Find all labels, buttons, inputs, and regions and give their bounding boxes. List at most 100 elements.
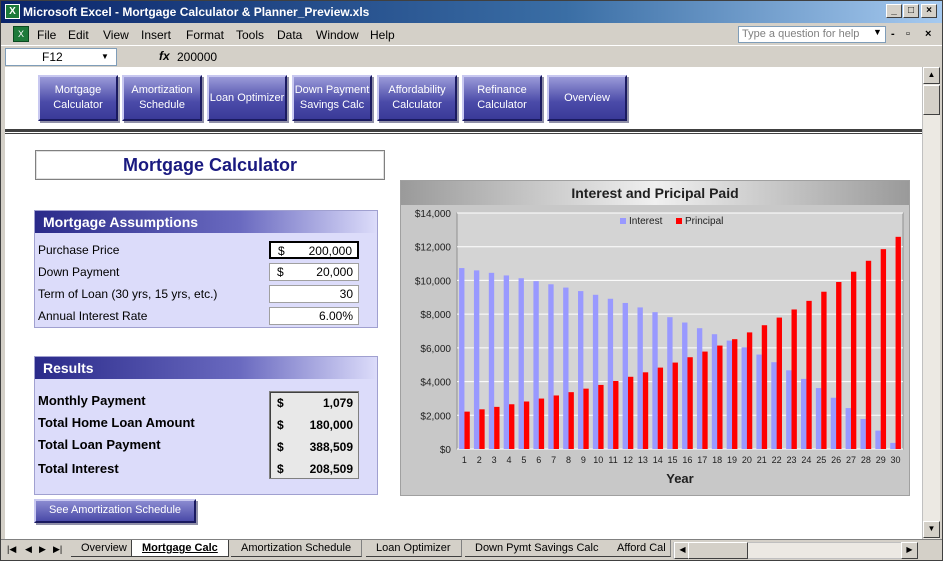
doc-minimize-button[interactable]: - [891,28,895,40]
tab-afford-calc[interactable]: Afford Cal [607,540,671,557]
menu-help[interactable]: Help [370,28,395,42]
loan-term-input[interactable]: 30 [269,285,359,303]
x-tick-label: 6 [536,455,541,465]
menu-tools[interactable]: Tools [236,28,264,42]
down-payment-input[interactable]: $ 20,000 [269,263,359,281]
y-tick-label: $0 [440,445,452,456]
formula-bar: F12 ▼ fx 200000 [1,45,942,67]
principal-bar [791,309,797,449]
interest-bar [667,317,673,449]
doc-restore-button[interactable]: ▫ [906,28,910,40]
x-axis-title: Year [666,471,693,486]
horizontal-scrollbar[interactable]: ◀ ▶ [673,542,918,559]
interest-bar [622,302,628,449]
nav-mortgage-calculator-button[interactable]: Mortgage Calculator [38,75,118,121]
nav-affordability-calculator-button[interactable]: Affordability Calculator [377,75,457,121]
tab-down-pymt-savings-calc[interactable]: Down Pymt Savings Calc [465,540,610,557]
scroll-thumb[interactable] [923,85,940,115]
chart-title: Interest and Pricipal Paid [401,181,909,205]
menu-edit[interactable]: Edit [68,28,89,42]
nav-refinance-calculator-button[interactable]: Refinance Calculator [462,75,542,121]
function-icon[interactable]: fx [159,49,170,63]
principal-bar [836,282,842,449]
principal-bar [657,367,664,449]
last-sheet-icon[interactable]: ▶| [53,544,62,555]
nav-label: Refinance Calculator [477,84,527,111]
currency-symbol: $ [277,418,284,432]
vertical-scrollbar[interactable]: ▲ ▼ [922,67,940,539]
interest-rate-value: 6.00% [318,309,353,323]
monthly-payment-cell[interactable]: $ 1,079 [270,392,358,414]
interest-bar [548,284,554,449]
interest-rate-input[interactable]: 6.00% [269,307,359,325]
total-loan-amount-cell[interactable]: $ 180,000 [270,414,358,436]
menu-view[interactable]: View [103,28,129,42]
first-sheet-icon[interactable]: |◀ [7,544,16,555]
next-sheet-icon[interactable]: ▶ [39,544,46,555]
principal-bar [583,388,589,449]
header-divider-thin [5,133,922,134]
currency-symbol: $ [278,244,285,258]
menu-file[interactable]: File [37,28,56,42]
nav-overview-button[interactable]: Overview [547,75,627,121]
formula-input[interactable]: 200000 [177,48,923,66]
scroll-up-arrow-icon[interactable]: ▲ [923,67,940,84]
tab-loan-optimizer[interactable]: Loan Optimizer [366,540,462,557]
menu-format[interactable]: Format [186,28,224,42]
principal-bar [776,317,782,449]
help-dropdown-icon[interactable]: ▼ [873,27,882,37]
close-button[interactable]: × [921,4,937,18]
y-tick-label: $12,000 [415,243,452,254]
page-title: Mortgage Calculator [35,150,385,180]
excel-app-icon[interactable]: X [5,4,20,19]
nav-label: Loan Optimizer [209,91,285,104]
x-tick-label: 2 [477,455,482,465]
x-tick-label: 26 [831,455,841,465]
principal-bar [672,362,678,449]
total-interest-cell[interactable]: $ 208,509 [270,458,358,480]
title-bar[interactable]: X Microsoft Excel - Mortgage Calculator … [1,1,942,23]
doc-close-button[interactable]: × [925,28,931,40]
principal-bar [895,236,901,449]
maximize-button[interactable]: □ [903,4,919,18]
workbook-icon[interactable]: X [13,26,29,42]
scroll-right-arrow-icon[interactable]: ▶ [901,542,918,559]
y-tick-label: $14,000 [415,209,452,220]
tab-mortgage-calc[interactable]: Mortgage Calc [131,540,229,557]
worksheet[interactable]: Mortgage Calculator Amortization Schedul… [5,67,922,539]
see-amortization-schedule-button[interactable]: See Amortization Schedule [34,499,196,523]
y-tick-label: $2,000 [420,411,451,422]
interest-bar [875,430,881,449]
menu-data[interactable]: Data [277,28,302,42]
hscroll-thumb[interactable] [688,542,748,559]
legend-interest-swatch [620,218,626,224]
nav-label: Amortization Schedule [131,84,193,111]
tab-amortization-schedule[interactable]: Amortization Schedule [231,540,363,557]
help-question-input[interactable]: Type a question for help [738,26,886,43]
interest-bar [726,340,733,449]
principal-bar [865,260,872,449]
tab-overview[interactable]: Overview [71,540,138,557]
nav-amortization-schedule-button[interactable]: Amortization Schedule [122,75,202,121]
x-tick-label: 22 [772,455,782,465]
prev-sheet-icon[interactable]: ◀ [25,544,32,555]
x-tick-label: 3 [492,455,497,465]
interest-bar [845,408,851,449]
menu-window[interactable]: Window [316,28,359,42]
interest-bar [518,278,524,449]
scroll-down-arrow-icon[interactable]: ▼ [923,521,940,538]
x-tick-label: 12 [623,455,633,465]
total-loan-payment-cell[interactable]: $ 388,509 [270,436,358,458]
interest-bar [473,270,480,449]
legend-principal-label: Principal [685,216,723,227]
menu-insert[interactable]: Insert [141,28,171,42]
nav-label: Down Payment Savings Calc [294,84,370,111]
minimize-button[interactable]: _ [886,4,902,18]
interest-bar [786,370,792,449]
x-tick-label: 29 [876,455,886,465]
interest-principal-chart[interactable]: Interest and Pricipal Paid $0 $2,000 $4,00… [400,180,910,496]
name-box-dropdown-icon[interactable]: ▼ [101,52,109,61]
purchase-price-input[interactable]: $ 200,000 [269,241,359,259]
nav-loan-optimizer-button[interactable]: Loan Optimizer [207,75,287,121]
nav-down-payment-savings-button[interactable]: Down Payment Savings Calc [292,75,372,121]
